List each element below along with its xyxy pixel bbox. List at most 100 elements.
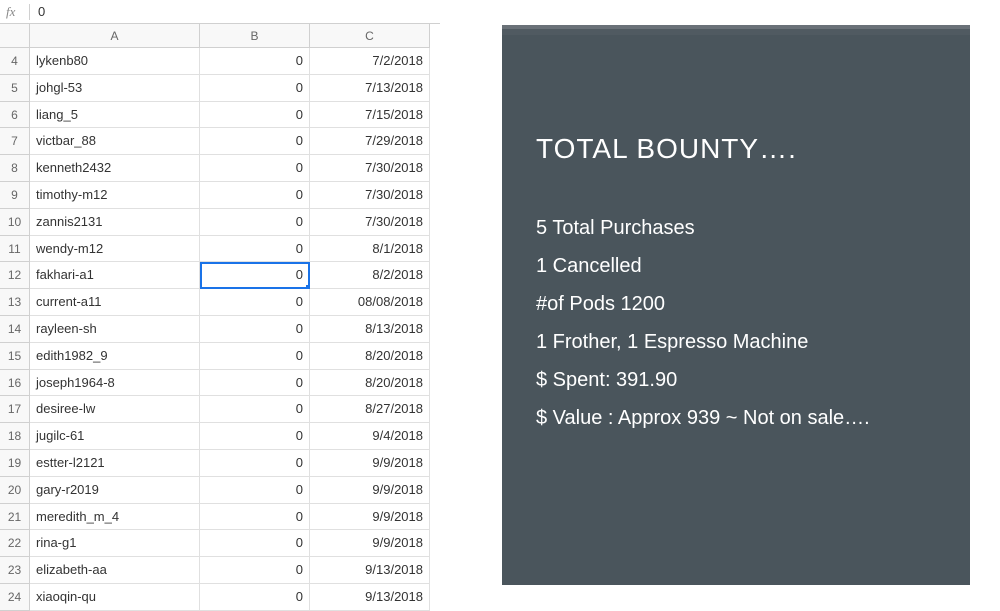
column-header-a[interactable]: A (30, 24, 200, 48)
column-header-b[interactable]: B (200, 24, 310, 48)
column-header-c[interactable]: C (310, 24, 430, 48)
cell[interactable]: 0 (200, 477, 310, 504)
row-header[interactable]: 11 (0, 236, 30, 263)
cell[interactable]: 7/29/2018 (310, 128, 430, 155)
row-header[interactable]: 21 (0, 504, 30, 531)
cell[interactable]: jugilc-61 (30, 423, 200, 450)
row-header[interactable]: 20 (0, 477, 30, 504)
cell[interactable]: desiree-lw (30, 396, 200, 423)
cell[interactable]: 8/13/2018 (310, 316, 430, 343)
cell[interactable]: 9/9/2018 (310, 530, 430, 557)
cell[interactable]: 0 (200, 128, 310, 155)
cell[interactable]: 0 (200, 557, 310, 584)
cell[interactable]: rayleen-sh (30, 316, 200, 343)
cell[interactable]: meredith_m_4 (30, 504, 200, 531)
cell[interactable]: xiaoqin-qu (30, 584, 200, 611)
cell[interactable]: estter-l2121 (30, 450, 200, 477)
row-header[interactable]: 9 (0, 182, 30, 209)
cell[interactable]: 0 (200, 370, 310, 397)
row-header[interactable]: 8 (0, 155, 30, 182)
cell[interactable]: gary-r2019 (30, 477, 200, 504)
cell[interactable]: 7/2/2018 (310, 48, 430, 75)
row-header[interactable]: 23 (0, 557, 30, 584)
cell[interactable]: kenneth2432 (30, 155, 200, 182)
cell[interactable]: 0 (200, 75, 310, 102)
cell[interactable]: 9/9/2018 (310, 504, 430, 531)
cell[interactable]: 0 (200, 396, 310, 423)
cell[interactable]: timothy-m12 (30, 182, 200, 209)
cell[interactable]: 8/20/2018 (310, 370, 430, 397)
cell[interactable]: 0 (200, 343, 310, 370)
cell[interactable]: 08/08/2018 (310, 289, 430, 316)
cell[interactable]: 8/2/2018 (310, 262, 430, 289)
row-header[interactable]: 4 (0, 48, 30, 75)
table-row: 6liang_507/15/2018 (0, 102, 440, 129)
cell[interactable]: 9/9/2018 (310, 477, 430, 504)
cell[interactable]: 7/30/2018 (310, 209, 430, 236)
cell[interactable]: 8/20/2018 (310, 343, 430, 370)
cell[interactable]: 9/4/2018 (310, 423, 430, 450)
cell[interactable]: 0 (200, 48, 310, 75)
row-header[interactable]: 10 (0, 209, 30, 236)
cell[interactable]: wendy-m12 (30, 236, 200, 263)
cell[interactable]: fakhari-a1 (30, 262, 200, 289)
summary-line: 5 Total Purchases (536, 209, 936, 247)
cell[interactable]: 0 (200, 584, 310, 611)
summary-line: 1 Frother, 1 Espresso Machine (536, 323, 936, 361)
cell[interactable]: liang_5 (30, 102, 200, 129)
cell[interactable]: lykenb80 (30, 48, 200, 75)
cell[interactable]: elizabeth-aa (30, 557, 200, 584)
table-row: 7victbar_8807/29/2018 (0, 128, 440, 155)
table-row: 16joseph1964-808/20/2018 (0, 370, 440, 397)
summary-panel: TOTAL BOUNTY…. 5 Total Purchases1 Cancel… (502, 25, 970, 585)
cell[interactable]: 0 (200, 262, 310, 289)
row-header[interactable]: 19 (0, 450, 30, 477)
cell[interactable]: 0 (200, 236, 310, 263)
cell[interactable]: 7/13/2018 (310, 75, 430, 102)
cell[interactable]: rina-g1 (30, 530, 200, 557)
row-header[interactable]: 17 (0, 396, 30, 423)
formula-value[interactable]: 0 (30, 4, 53, 19)
cell[interactable]: 9/13/2018 (310, 584, 430, 611)
cell[interactable]: 0 (200, 155, 310, 182)
row-header[interactable]: 5 (0, 75, 30, 102)
cell[interactable]: 0 (200, 316, 310, 343)
cell[interactable]: 0 (200, 102, 310, 129)
row-header[interactable]: 13 (0, 289, 30, 316)
select-all-corner[interactable] (0, 24, 30, 48)
row-header[interactable]: 6 (0, 102, 30, 129)
cell[interactable]: zannis2131 (30, 209, 200, 236)
cell[interactable]: 7/30/2018 (310, 155, 430, 182)
cell[interactable]: 9/9/2018 (310, 450, 430, 477)
table-row: 9timothy-m1207/30/2018 (0, 182, 440, 209)
cell[interactable]: 9/13/2018 (310, 557, 430, 584)
row-header[interactable]: 24 (0, 584, 30, 611)
cell[interactable]: 0 (200, 504, 310, 531)
row-header[interactable]: 14 (0, 316, 30, 343)
cell[interactable]: 0 (200, 450, 310, 477)
table-row: 17desiree-lw08/27/2018 (0, 396, 440, 423)
cell[interactable]: 0 (200, 182, 310, 209)
cell[interactable]: 0 (200, 209, 310, 236)
row-header[interactable]: 16 (0, 370, 30, 397)
row-header[interactable]: 18 (0, 423, 30, 450)
cell[interactable]: 0 (200, 530, 310, 557)
row-header[interactable]: 15 (0, 343, 30, 370)
cell[interactable]: joseph1964-8 (30, 370, 200, 397)
cell[interactable]: current-a11 (30, 289, 200, 316)
row-header[interactable]: 12 (0, 262, 30, 289)
cell[interactable]: johgl-53 (30, 75, 200, 102)
row-header[interactable]: 22 (0, 530, 30, 557)
cell[interactable]: 0 (200, 423, 310, 450)
cell[interactable]: 7/30/2018 (310, 182, 430, 209)
cell[interactable]: edith1982_9 (30, 343, 200, 370)
grid[interactable]: A B C 4lykenb8007/2/20185johgl-5307/13/2… (0, 24, 440, 611)
cell[interactable]: 0 (200, 289, 310, 316)
fx-icon: fx (0, 4, 30, 20)
cell[interactable]: victbar_88 (30, 128, 200, 155)
row-header[interactable]: 7 (0, 128, 30, 155)
cell[interactable]: 8/27/2018 (310, 396, 430, 423)
cell[interactable]: 8/1/2018 (310, 236, 430, 263)
summary-title: TOTAL BOUNTY…. (536, 133, 936, 165)
cell[interactable]: 7/15/2018 (310, 102, 430, 129)
